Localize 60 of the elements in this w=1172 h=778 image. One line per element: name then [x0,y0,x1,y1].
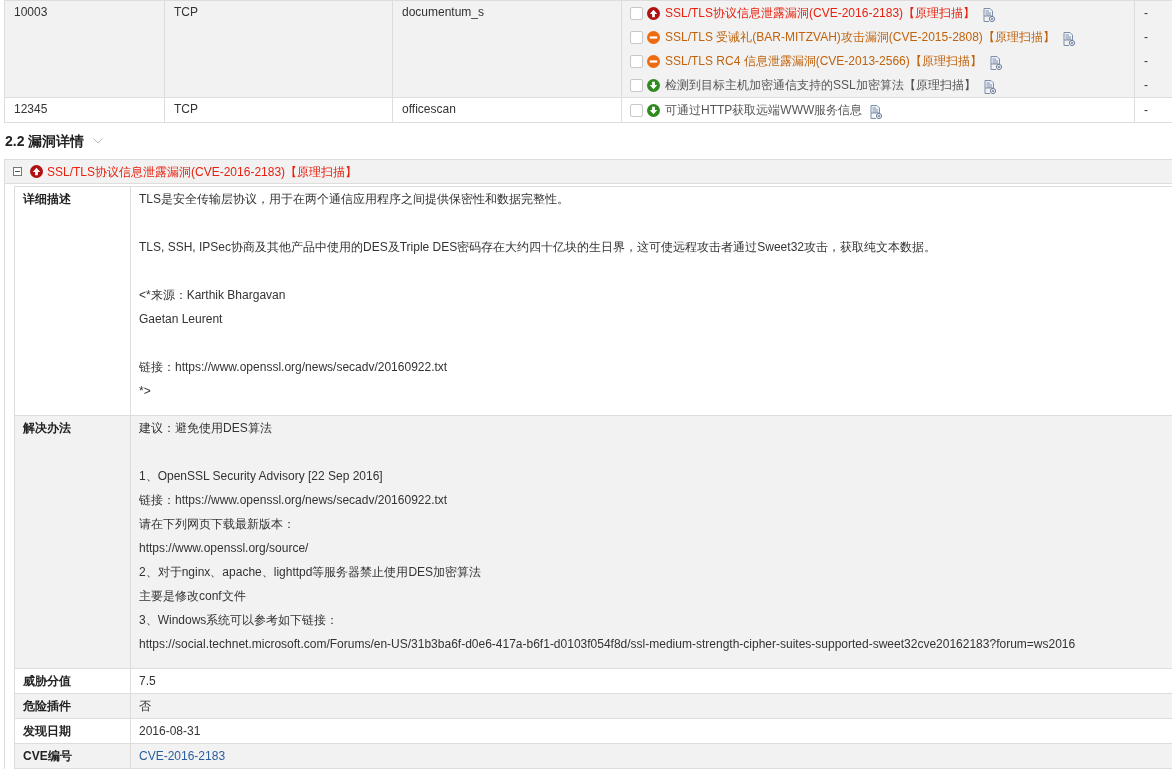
document-icon[interactable] [983,79,996,94]
cell-value: - [1144,53,1148,70]
text-line: 1、OpenSSL Security Advisory [22 Sep 2016] [139,468,384,485]
document-icon[interactable] [989,55,1002,70]
text-line: 链接：https://www.openssl.org/news/secadv/20160922.txt [139,492,449,509]
scan-tag: 【原理扫描】 [909,52,982,70]
text-line: *> [139,383,152,400]
text-line: https://www.openssl.org/source/ [139,540,310,557]
field-label: 危险插件 [23,699,71,713]
field-label: 详细描述 [23,192,71,206]
cell-value: - [1144,5,1148,22]
vulnerability-link[interactable]: 可通过HTTP获取远端WWW服务信息 [665,101,863,119]
service-name: documentum_s [402,5,485,19]
vulnerability-link[interactable]: SSL/TLS协议信息泄露漏洞(CVE-2016-2183) [665,4,904,22]
text-line: Gaetan Leurent [139,311,224,328]
cve-link[interactable]: CVE-2016-2183 [139,744,1164,768]
port-number: 12345 [14,102,48,116]
cell-value: - [1144,29,1148,46]
protocol-text: TCP [174,5,198,19]
cell-value: - [1144,102,1148,119]
chevron-down-icon[interactable] [93,138,104,144]
scan-tag: 【原理扫描】 [903,76,976,94]
text-line: 链接：https://www.openssl.org/news/secadv/20160922.txt [139,359,449,376]
text-line: 2、对于nginx、apache、lighttpd等服务器禁止使用DES加密算法 [139,564,483,581]
protocol-text: TCP [174,102,198,116]
field-label: CVE编号 [23,749,72,763]
text-line: 2016-08-31 [139,723,202,740]
field-label: 解决办法 [23,421,71,435]
text-line: 否 [139,698,152,715]
checkbox[interactable] [630,6,643,20]
scan-tag: 【原理扫描】 [982,28,1055,46]
checkbox[interactable] [630,54,643,68]
field-label: 发现日期 [23,724,71,738]
scan-tag: 【原理扫描】 [903,4,976,22]
service-name: officescan [402,102,456,116]
field-label: 威胁分值 [23,674,71,688]
text-line: TLS, SSH, IPSec协商及其他产品中使用的DES及Triple DES密码存在大约四十亿块的生日界，这可使远程攻击者通过Sweet32攻击，获取纯文本数据。 [139,239,937,256]
text-line: <*来源：Karthik Bhargavan [139,287,287,304]
text-line: 主要是修改conf文件 [139,588,247,605]
text-line: 7.5 [139,673,157,690]
text-line: https://social.technet.microsoft.com/Forums/en-US/31b3ba6f-d0e6-417a-b6f1-d0103f054f8d/ssl-medium-strength-cipher-suites-supported-sweet32cve20162183?forum=ws2016 [139,636,1077,653]
cell-value: - [1144,77,1148,94]
vulnerability-link[interactable]: SSL/TLS 受诫礼(BAR-MITZVAH)攻击漏洞(CVE-2015-2808) [665,28,983,46]
document-icon[interactable] [1062,31,1075,46]
port-number: 10003 [14,5,48,19]
collapse-toggle[interactable] [13,167,22,176]
text-line: 3、Windows系统可以参考如下链接： [139,612,340,629]
vulnerability-link[interactable]: SSL/TLS RC4 信息泄露漏洞(CVE-2013-2566) [665,52,910,70]
checkbox[interactable] [630,30,643,44]
document-icon[interactable] [870,104,883,119]
checkbox[interactable] [630,103,643,117]
vulnerability-link[interactable]: 检测到目标主机加密通信支持的SSL加密算法 [665,76,904,94]
document-icon[interactable] [983,7,996,22]
section-title: 2.2 漏洞详情 [5,131,85,151]
checkbox[interactable] [630,78,643,92]
scan-tag: 【原理扫描】 [285,162,358,181]
panel-title: SSL/TLS协议信息泄露漏洞(CVE-2016-2183) [47,163,286,181]
text-line: 请在下列网页下载最新版本： [139,516,296,533]
text-line: TLS是安全传输层协议，用于在两个通信应用程序之间提供保密性和数据完整性。 [139,191,570,208]
text-line: 建议：避免使用DES算法 [139,420,273,437]
